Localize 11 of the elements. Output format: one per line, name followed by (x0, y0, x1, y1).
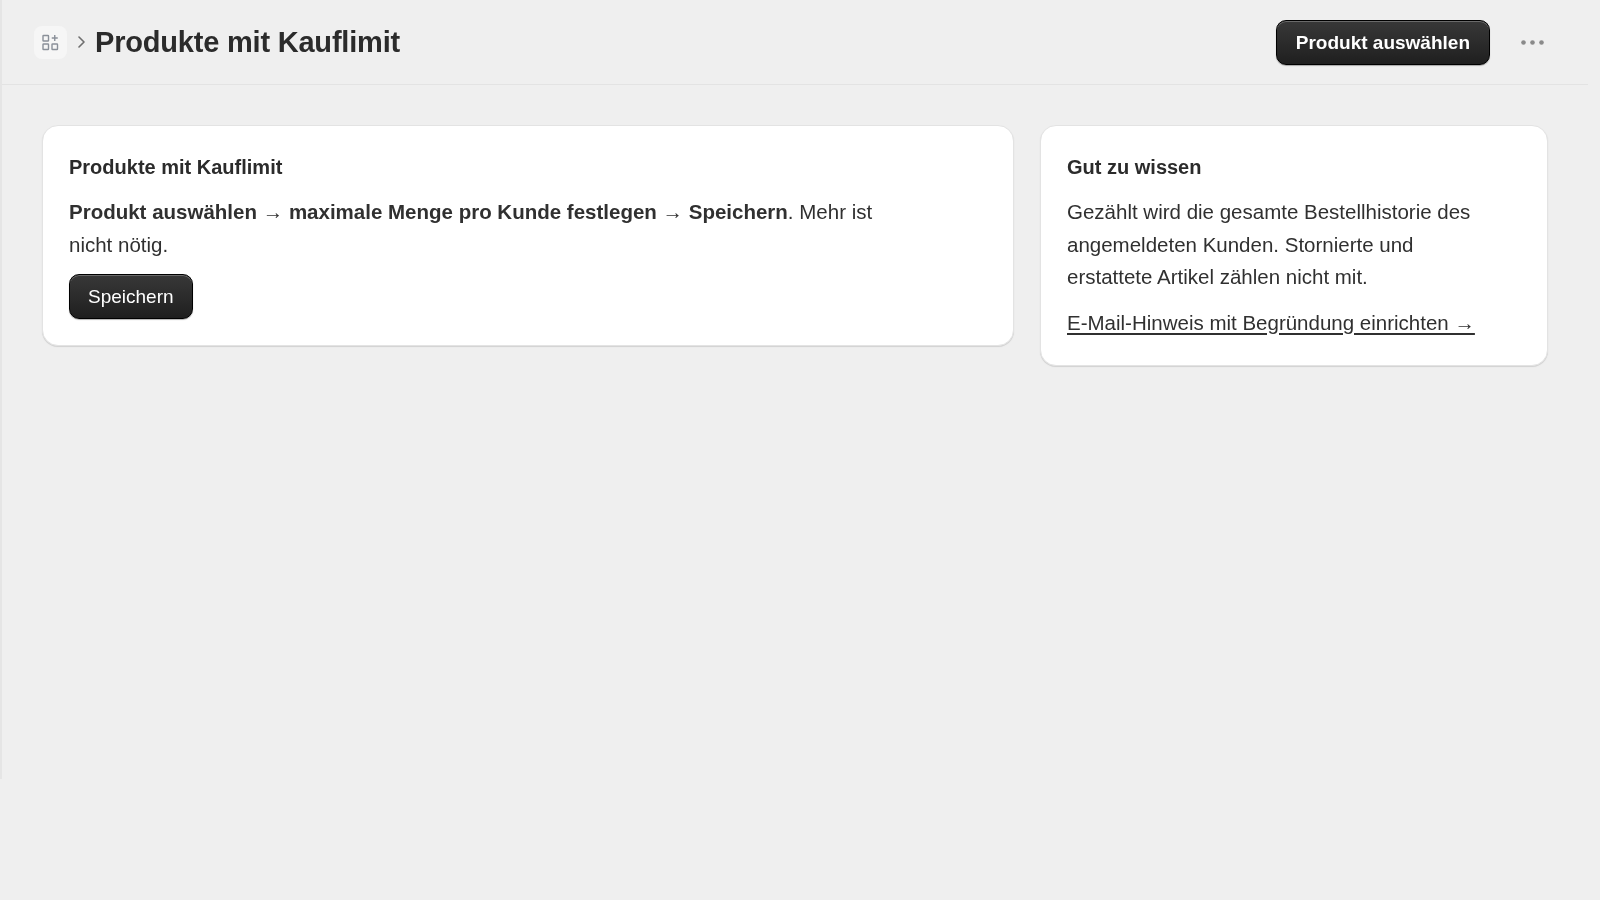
save-button[interactable]: Speichern (69, 274, 193, 319)
page-title: Produkte mit Kauflimit (95, 24, 400, 60)
card-title: Produkte mit Kauflimit (69, 155, 284, 180)
card-title: Gut zu wissen (1067, 155, 1203, 180)
select-product-button[interactable]: Produkt auswählen (1275, 19, 1490, 65)
chevron-icon (78, 36, 85, 48)
card-text: Gezählt wird die gesamte Bestellhistorie des angemeldeten Kunden. Stornierte und erstattete Artikel zählen nicht mit. (1067, 199, 1472, 290)
card-text: Produkt auswählen → maximale Menge pro Kunde festlegen → Speichern. Mehr ist nicht nötig. (69, 199, 874, 258)
apps-grid-icon[interactable] (34, 25, 67, 59)
email-notice-link[interactable]: E-Mail-Hinweis mit Begründung einrichten → (1067, 306, 1475, 339)
more-icon (1521, 39, 1544, 45)
